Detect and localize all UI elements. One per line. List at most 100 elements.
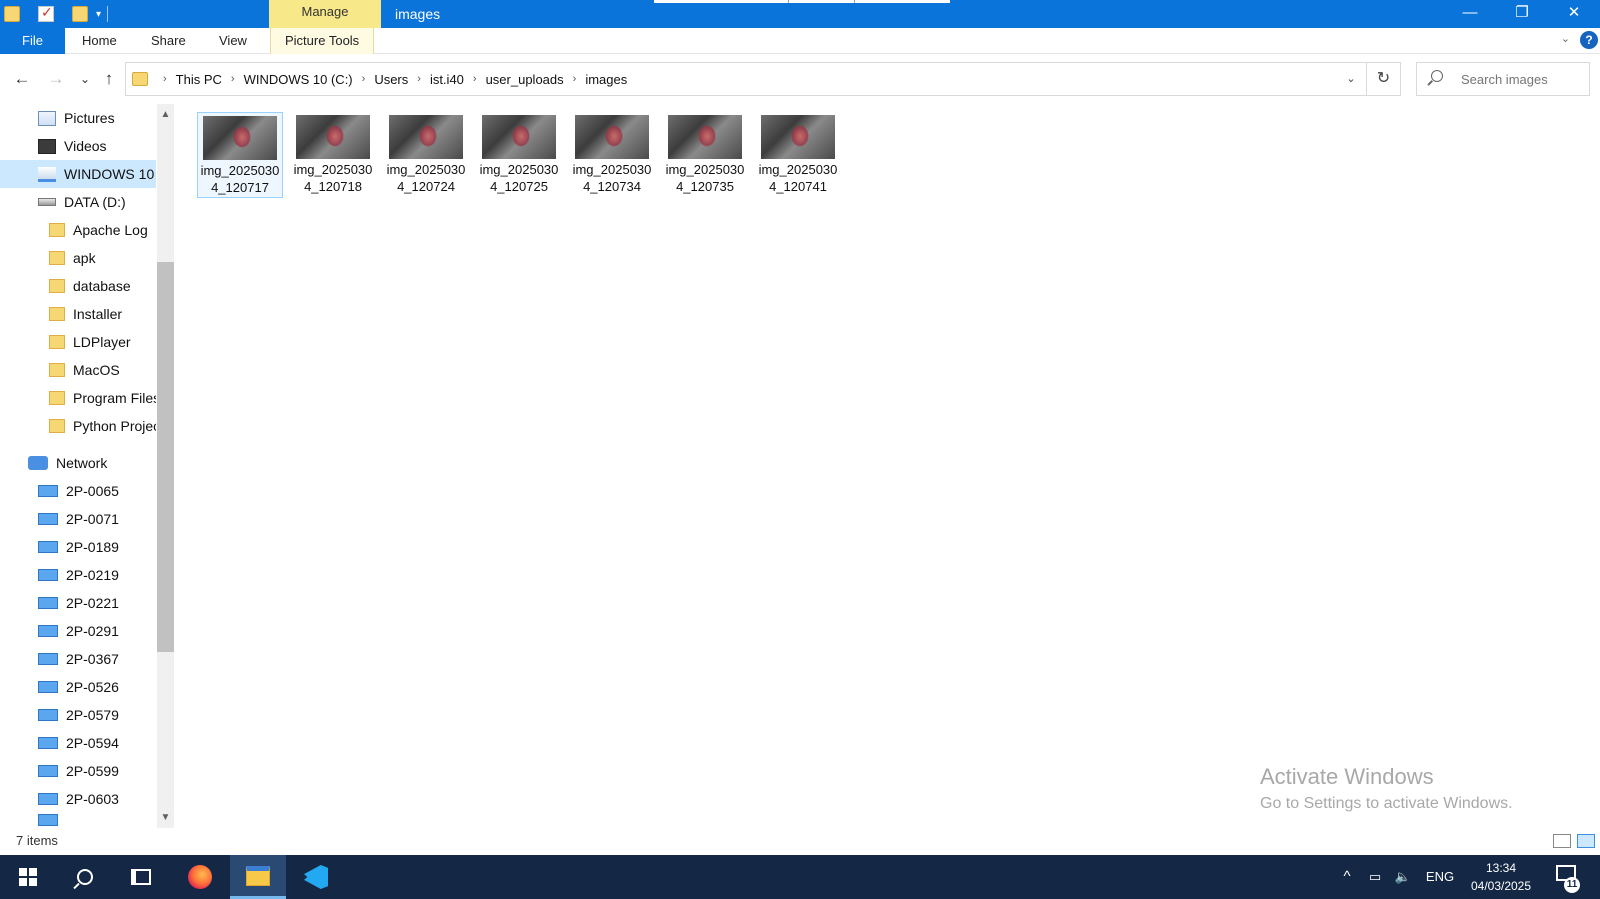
up-button[interactable]: ↑	[98, 66, 120, 92]
computer-icon	[38, 709, 58, 721]
volume-icon[interactable]: 🔈	[1390, 855, 1416, 899]
network-status-icon[interactable]: ▭	[1362, 855, 1388, 899]
file-item[interactable]: img_20250304_120717	[197, 112, 283, 198]
drive-icon	[38, 198, 56, 206]
start-button[interactable]	[0, 855, 56, 899]
scroll-up-icon[interactable]: ▲	[157, 106, 174, 123]
computer-icon	[38, 625, 58, 637]
sidebar-item-2p-0594[interactable]: 2P-0594	[0, 729, 156, 757]
sidebar-item-apache-log[interactable]: Apache Log	[0, 216, 156, 244]
sidebar-item-installer[interactable]: Installer	[0, 300, 156, 328]
ribbon-expand-icon[interactable]: ⌄	[1561, 32, 1570, 45]
details-view-icon[interactable]	[1553, 834, 1571, 848]
taskbar-vscode[interactable]	[288, 855, 344, 899]
search-input[interactable]	[1461, 63, 1586, 95]
help-icon[interactable]: ?	[1580, 31, 1598, 49]
sidebar-item-data-d[interactable]: DATA (D:)	[0, 188, 156, 216]
show-hidden-icons-icon[interactable]: ^	[1336, 855, 1358, 899]
file-item[interactable]: img_20250304_120741	[755, 112, 841, 198]
sidebar-item-videos[interactable]: Videos	[0, 132, 156, 160]
search-box[interactable]	[1416, 62, 1590, 96]
address-row: ← → ⌄ ↑ › This PC › WINDOWS 10 (C:) › Us…	[0, 60, 1600, 98]
breadcrumb-windows-c[interactable]: WINDOWS 10 (C:)	[244, 72, 353, 87]
sidebar-item-2p-0603[interactable]: 2P-0603	[0, 785, 156, 813]
minimize-button[interactable]: —	[1444, 0, 1496, 28]
clock-date: 04/03/2025	[1470, 879, 1532, 893]
taskbar-file-explorer[interactable]	[230, 855, 286, 899]
tab-home[interactable]: Home	[82, 28, 117, 54]
scrollbar-thumb[interactable]	[157, 262, 174, 652]
sidebar-item-2p-0526[interactable]: 2P-0526	[0, 673, 156, 701]
sidebar-item-2p-0599[interactable]: 2P-0599	[0, 757, 156, 785]
back-button[interactable]: ←	[11, 66, 33, 92]
address-bar[interactable]: › This PC › WINDOWS 10 (C:) › Users › is…	[125, 62, 1367, 96]
file-item[interactable]: img_20250304_120724	[383, 112, 469, 198]
taskbar: ^ ▭ 🔈 ENG 13:34 04/03/2025 11	[0, 855, 1600, 899]
ribbon-tabs: File Home Share View Picture Tools ⌄ ?	[0, 28, 1600, 54]
breadcrumb-images[interactable]: images	[585, 72, 627, 87]
image-thumbnail	[203, 116, 277, 160]
search-icon	[1431, 70, 1443, 82]
sidebar-item-2p-0367[interactable]: 2P-0367	[0, 645, 156, 673]
computer-icon	[38, 765, 58, 777]
address-dropdown-icon[interactable]: ⌄	[1340, 63, 1362, 95]
sidebar-item-network[interactable]: Network	[0, 449, 156, 477]
language-indicator[interactable]: ENG	[1424, 855, 1456, 899]
breadcrumb-this-pc[interactable]: This PC	[176, 72, 222, 87]
sidebar-item-windows-c[interactable]: WINDOWS 10 (	[0, 160, 156, 188]
tab-file[interactable]: File	[0, 28, 65, 54]
sidebar-item-2p-0189[interactable]: 2P-0189	[0, 533, 156, 561]
file-item[interactable]: img_20250304_120725	[476, 112, 562, 198]
file-item[interactable]: img_20250304_120734	[569, 112, 655, 198]
breadcrumb-ist-i40[interactable]: ist.i40	[430, 72, 464, 87]
sidebar-item-2p-0221[interactable]: 2P-0221	[0, 589, 156, 617]
taskbar-firefox[interactable]	[172, 855, 228, 899]
file-name: img_20250304_120724	[386, 162, 466, 194]
tab-picture-tools[interactable]: Picture Tools	[270, 28, 375, 54]
firefox-icon	[188, 865, 212, 889]
properties-icon[interactable]	[38, 4, 54, 22]
new-folder-icon[interactable]	[72, 6, 88, 22]
activation-watermark-text: Go to Settings to activate Windows.	[1260, 795, 1513, 812]
breadcrumb-user-uploads[interactable]: user_uploads	[486, 72, 564, 87]
task-view-button[interactable]	[113, 855, 169, 899]
folder-icon	[49, 223, 65, 237]
sidebar-item-2p-0579[interactable]: 2P-0579	[0, 701, 156, 729]
sidebar-item-program-files[interactable]: Program Files	[0, 384, 156, 412]
file-item[interactable]: img_20250304_120735	[662, 112, 748, 198]
sidebar-item-2p-0219[interactable]: 2P-0219	[0, 561, 156, 589]
activation-watermark-title: Activate Windows	[1260, 764, 1434, 789]
folder-icon	[49, 251, 65, 265]
file-name: img_20250304_120741	[758, 162, 838, 194]
restore-button[interactable]: ❐	[1496, 0, 1548, 28]
clock[interactable]: 13:34 04/03/2025	[1456, 855, 1546, 899]
tab-view[interactable]: View	[219, 28, 247, 54]
window-title: images	[395, 6, 441, 22]
toolbar-divider	[107, 6, 109, 22]
tab-share[interactable]: Share	[151, 28, 186, 54]
image-thumbnail	[389, 115, 463, 159]
sidebar-item-pictures[interactable]: Pictures	[0, 104, 156, 132]
sidebar-item-database[interactable]: database	[0, 272, 156, 300]
sidebar-item-apk[interactable]: apk	[0, 244, 156, 272]
forward-button[interactable]: →	[45, 66, 67, 92]
scroll-down-icon[interactable]: ▼	[157, 809, 174, 826]
sidebar-item-python-projects[interactable]: Python Projec	[0, 412, 156, 440]
recent-locations-button[interactable]: ⌄	[74, 66, 96, 92]
sidebar-item-2p-0065[interactable]: 2P-0065	[0, 477, 156, 505]
file-item[interactable]: img_20250304_120718	[290, 112, 376, 198]
image-thumbnail	[575, 115, 649, 159]
taskbar-search-button[interactable]	[57, 855, 113, 899]
large-icons-view-icon[interactable]	[1577, 834, 1595, 848]
manage-context-tab[interactable]: Manage	[269, 0, 381, 28]
customize-toolbar-icon[interactable]: ▾	[96, 9, 101, 20]
sidebar-item-partial	[0, 813, 156, 827]
sidebar-item-2p-0291[interactable]: 2P-0291	[0, 617, 156, 645]
sidebar-item-macos[interactable]: MacOS	[0, 356, 156, 384]
sidebar-item-ldplayer[interactable]: LDPlayer	[0, 328, 156, 356]
breadcrumb-users[interactable]: Users	[374, 72, 408, 87]
sidebar-item-2p-0071[interactable]: 2P-0071	[0, 505, 156, 533]
refresh-button[interactable]: ↻	[1367, 62, 1401, 96]
close-button[interactable]: ✕	[1548, 0, 1600, 28]
computer-icon	[38, 485, 58, 497]
